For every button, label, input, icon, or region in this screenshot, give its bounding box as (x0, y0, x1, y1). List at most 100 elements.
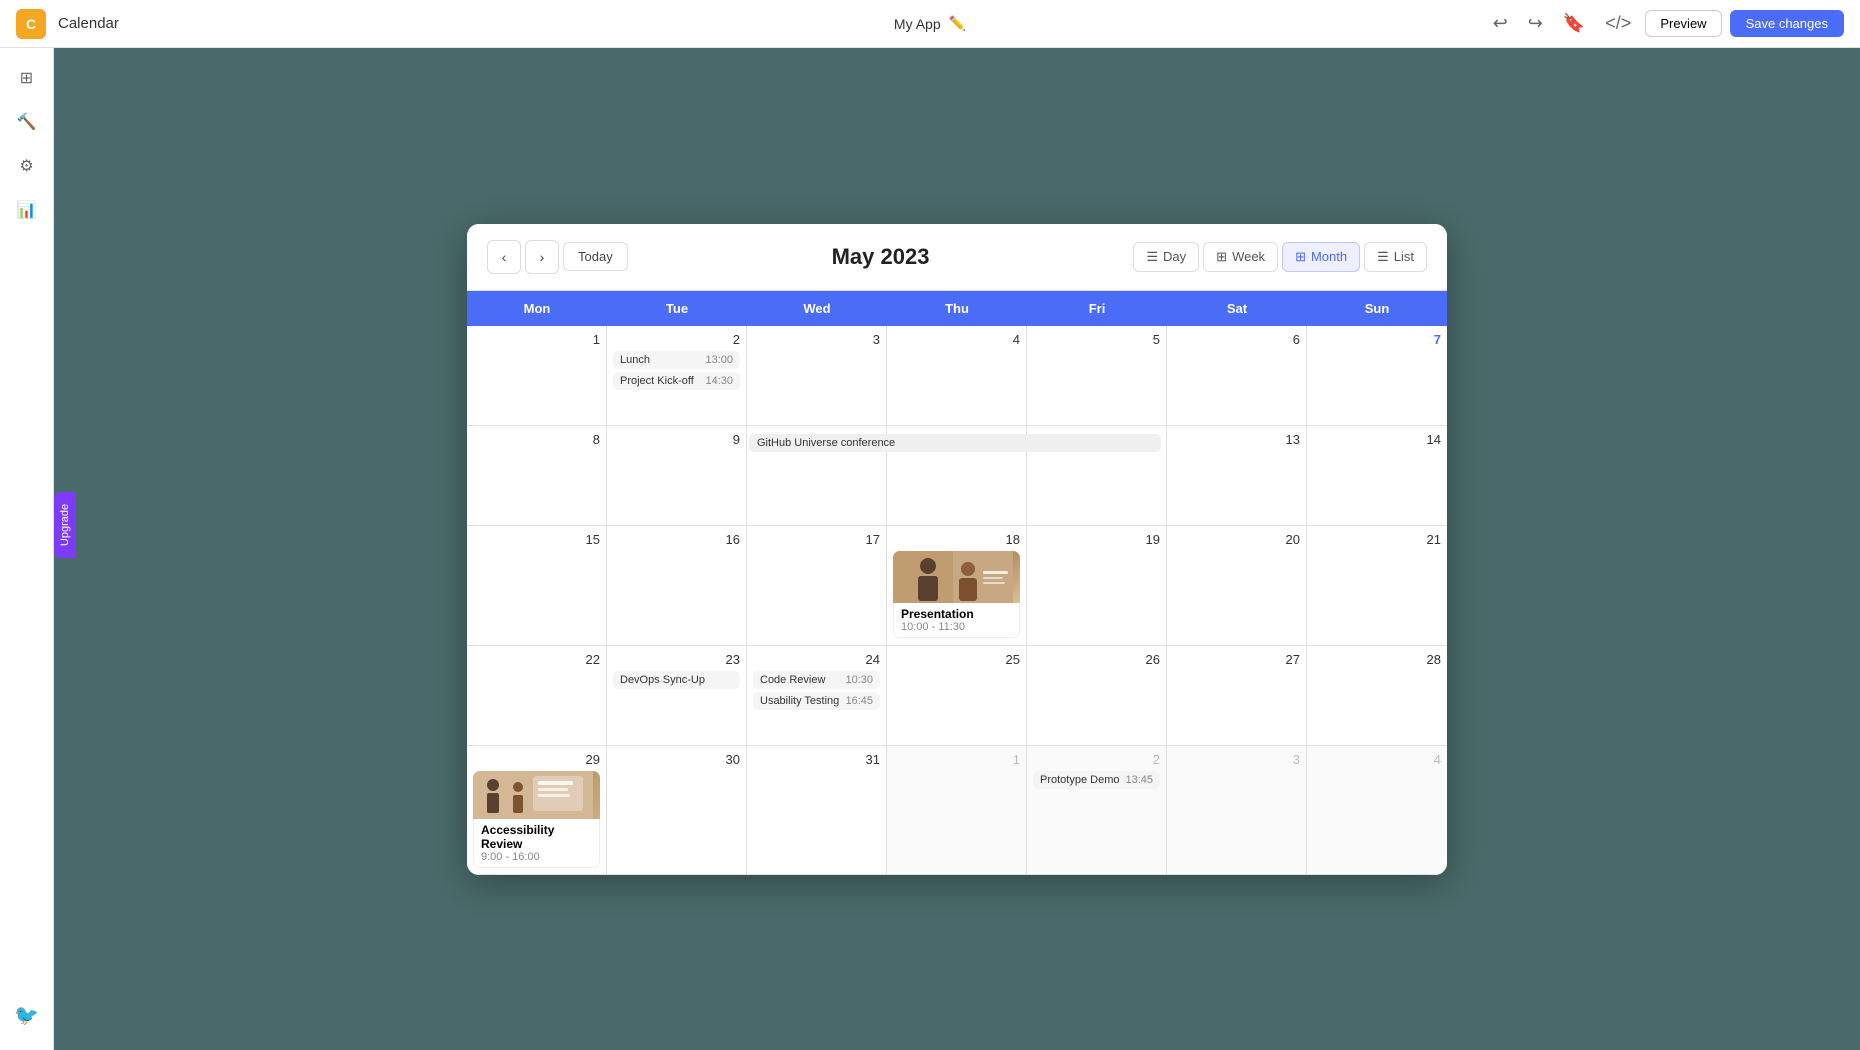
day-view-icon: ☰ (1146, 249, 1158, 265)
event-title: Prototype Demo (1040, 774, 1119, 786)
upgrade-sidebar[interactable]: Upgrade (54, 492, 76, 558)
app-name-label: My App (894, 16, 941, 32)
cell-may-12[interactable]: 12 (1027, 426, 1167, 526)
date-4: 4 (893, 332, 1020, 347)
event-usability[interactable]: Usability Testing 16:45 (753, 692, 880, 710)
cell-may-5[interactable]: 5 (1027, 326, 1167, 426)
presentation-title: Presentation (901, 607, 1012, 621)
cell-may-19[interactable]: 19 (1027, 526, 1167, 646)
accessibility-image-svg (473, 771, 593, 819)
code-button[interactable]: </> (1599, 9, 1637, 38)
save-button[interactable]: Save changes (1730, 10, 1844, 37)
preview-button[interactable]: Preview (1645, 10, 1721, 37)
today-button[interactable]: Today (563, 242, 628, 271)
edit-icon[interactable]: ✏️ (949, 15, 966, 32)
cell-may-20[interactable]: 20 (1167, 526, 1307, 646)
event-kickoff[interactable]: Project Kick-off 14:30 (613, 372, 740, 390)
cell-may-1[interactable]: 1 (467, 326, 607, 426)
undo-button[interactable]: ↩ (1487, 9, 1514, 38)
cell-may-2[interactable]: 2 Lunch 13:00 Project Kick-off 14:30 (607, 326, 747, 426)
redo-button[interactable]: ↪ (1522, 9, 1549, 38)
cell-may-17[interactable]: 17 (747, 526, 887, 646)
list-view-icon: ☰ (1377, 249, 1389, 265)
week-view-button[interactable]: ⊞ Week (1203, 242, 1278, 272)
prev-month-button[interactable]: ‹ (487, 240, 521, 274)
cell-may-30[interactable]: 30 (607, 746, 747, 875)
cell-may-27[interactable]: 27 (1167, 646, 1307, 746)
sidebar-item-dashboard[interactable]: ⊞ (9, 60, 45, 96)
event-code-review[interactable]: Code Review 10:30 (753, 671, 880, 689)
topbar: C Calendar My App ✏️ ↩ ↪ 🔖 </> Preview S… (0, 0, 1860, 48)
upgrade-label: Upgrade (59, 504, 71, 546)
event-title: Lunch (620, 354, 650, 366)
cell-may-23[interactable]: 23 DevOps Sync-Up (607, 646, 747, 746)
cell-may-21[interactable]: 21 (1307, 526, 1447, 646)
cell-may-14[interactable]: 14 (1307, 426, 1447, 526)
event-time: 16:45 (845, 695, 873, 707)
cell-may-3[interactable]: 3 (747, 326, 887, 426)
date-jun-4: 4 (1313, 752, 1441, 767)
header-sat: Sat (1167, 291, 1307, 326)
event-lunch[interactable]: Lunch 13:00 (613, 351, 740, 369)
blackbird-icon[interactable]: 🐦 (14, 1003, 39, 1028)
cell-may-7[interactable]: 7 (1307, 326, 1447, 426)
sidebar: ⊞ 🔨 ⚙ 📊 🐦 (0, 48, 54, 1050)
cell-jun-4[interactable]: 4 (1307, 746, 1447, 875)
event-title: DevOps Sync-Up (620, 674, 705, 686)
sidebar-item-settings[interactable]: ⚙ (9, 148, 45, 184)
topbar-title: Calendar (58, 15, 119, 32)
sidebar-item-analytics[interactable]: 📊 (9, 192, 45, 228)
month-view-button[interactable]: ⊞ Month (1282, 242, 1360, 272)
cell-may-9[interactable]: 9 (607, 426, 747, 526)
cell-may-22[interactable]: 22 (467, 646, 607, 746)
accessibility-card[interactable]: Accessibility Review 9:00 - 16:00 (473, 771, 600, 868)
date-14: 14 (1313, 432, 1441, 447)
cell-may-8[interactable]: 8 (467, 426, 607, 526)
presentation-card[interactable]: Presentation 10:00 - 11:30 (893, 551, 1020, 638)
cell-may-18[interactable]: 18 (887, 526, 1027, 646)
cell-may-16[interactable]: 16 (607, 526, 747, 646)
header-sun: Sun (1307, 291, 1447, 326)
cell-jun-3[interactable]: 3 (1167, 746, 1307, 875)
date-29: 29 (473, 752, 600, 767)
cell-may-4[interactable]: 4 (887, 326, 1027, 426)
presentation-card-image (893, 551, 1020, 603)
header-fri: Fri (1027, 291, 1167, 326)
history-button[interactable]: 🔖 (1557, 9, 1591, 38)
day-view-button[interactable]: ☰ Day (1133, 242, 1199, 272)
cell-jun-1[interactable]: 1 (887, 746, 1027, 875)
list-view-label: List (1394, 249, 1414, 264)
topbar-actions: ↩ ↪ 🔖 </> Preview Save changes (1487, 9, 1844, 38)
cell-may-10[interactable]: 10 (747, 426, 887, 526)
month-title: May 2023 (832, 244, 930, 270)
presentation-card-body: Presentation 10:00 - 11:30 (893, 603, 1020, 638)
date-12: 12 (1033, 432, 1160, 447)
calendar-widget: ‹ › Today May 2023 ☰ Day ⊞ Week ⊞ (467, 224, 1447, 875)
event-title: Code Review (760, 674, 825, 686)
header-thu: Thu (887, 291, 1027, 326)
canvas: ‹ › Today May 2023 ☰ Day ⊞ Week ⊞ (54, 48, 1860, 1050)
cell-may-31[interactable]: 31 (747, 746, 887, 875)
cell-may-24[interactable]: 24 Code Review 10:30 Usability Testing 1… (747, 646, 887, 746)
date-1: 1 (473, 332, 600, 347)
event-devops[interactable]: DevOps Sync-Up (613, 671, 740, 689)
presentation-time: 10:00 - 11:30 (901, 621, 1012, 633)
cell-jun-2[interactable]: 2 Prototype Demo 13:45 (1027, 746, 1167, 875)
cell-may-15[interactable]: 15 (467, 526, 607, 646)
list-view-button[interactable]: ☰ List (1364, 242, 1427, 272)
sidebar-item-tools[interactable]: 🔨 (9, 104, 45, 140)
accessibility-time: 9:00 - 16:00 (481, 851, 592, 863)
cell-may-29[interactable]: 29 (467, 746, 607, 875)
date-3: 3 (753, 332, 880, 347)
cell-may-13[interactable]: 13 (1167, 426, 1307, 526)
next-month-button[interactable]: › (525, 240, 559, 274)
cell-may-6[interactable]: 6 (1167, 326, 1307, 426)
date-9: 9 (613, 432, 740, 447)
cell-may-11[interactable]: 11 (887, 426, 1027, 526)
cell-may-28[interactable]: 28 (1307, 646, 1447, 746)
cell-may-26[interactable]: 26 (1027, 646, 1167, 746)
event-prototype[interactable]: Prototype Demo 13:45 (1033, 771, 1160, 789)
date-jun-2: 2 (1033, 752, 1160, 767)
week-3: 15 16 17 18 (467, 526, 1447, 646)
cell-may-25[interactable]: 25 (887, 646, 1027, 746)
